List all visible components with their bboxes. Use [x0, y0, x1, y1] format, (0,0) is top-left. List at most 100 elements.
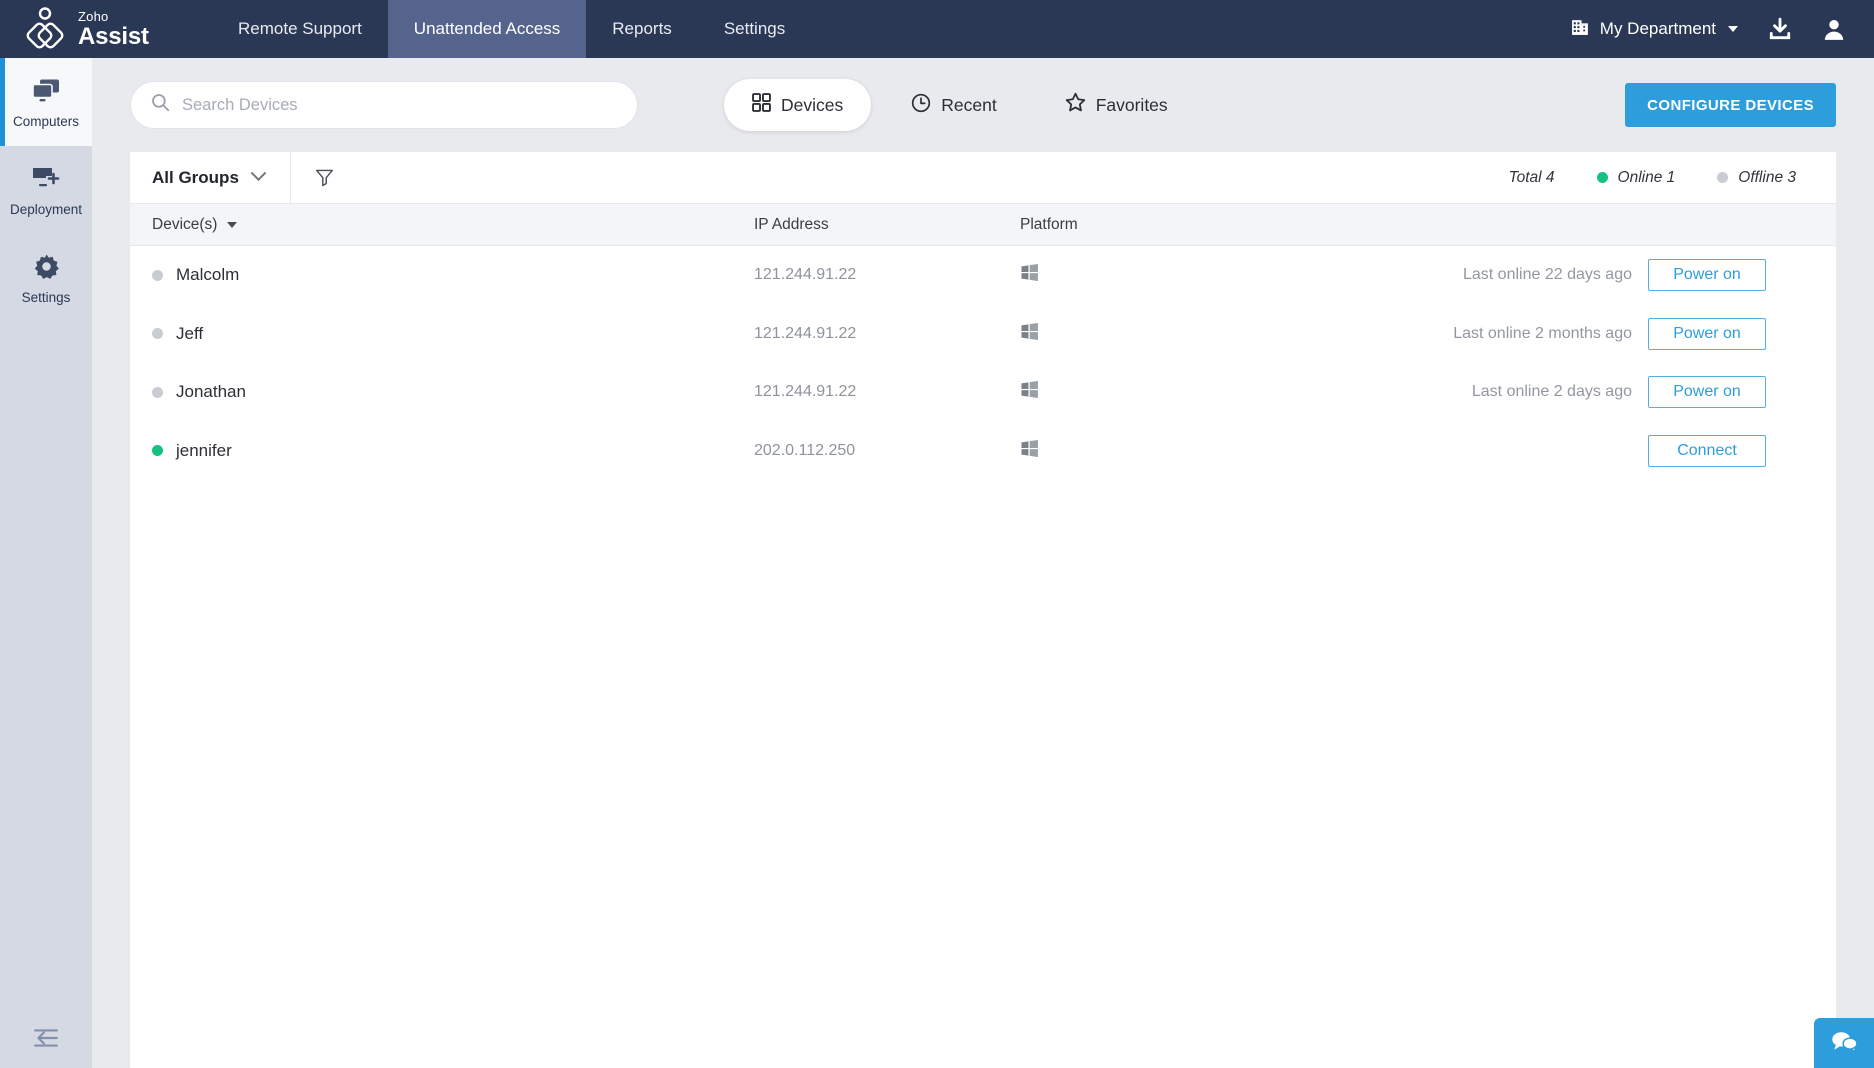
- device-platform: [1020, 380, 1320, 404]
- device-name: Malcolm: [176, 265, 240, 285]
- sidebar-item-computers[interactable]: Computers: [0, 58, 92, 146]
- online-status-dot: [1596, 172, 1608, 183]
- online-count-label: Online 1: [1617, 168, 1676, 186]
- brand-name-assist: Assist: [78, 22, 149, 50]
- table-row[interactable]: Malcolm 121.244.91.22 Last online 22 day…: [130, 246, 1836, 305]
- device-ip: 121.244.91.22: [754, 266, 857, 284]
- tab-recent[interactable]: Recent: [883, 79, 1024, 131]
- device-ip: 121.244.91.22: [754, 383, 857, 401]
- department-label: My Department: [1599, 19, 1716, 38]
- search-input[interactable]: [182, 95, 617, 115]
- chat-widget-button[interactable]: [1814, 1018, 1874, 1068]
- device-name-cell: Malcolm: [130, 265, 754, 285]
- device-platform: [1020, 263, 1320, 287]
- offline-count-group: Offline 3: [1717, 169, 1796, 187]
- content-toolbar: Devices Recent: [92, 58, 1874, 152]
- device-name-cell: Jeff: [130, 324, 754, 344]
- column-header-ip-address: IP Address: [754, 215, 829, 233]
- power-on-button[interactable]: Power on: [1648, 376, 1766, 409]
- device-status-counts: Total 4 Online 1 Offline 3: [1509, 169, 1836, 187]
- table-header-row: Device(s) IP Address Platform: [130, 204, 1836, 246]
- tab-favorites[interactable]: Favorites: [1037, 79, 1196, 131]
- brand-logo-area[interactable]: Zoho Assist: [0, 0, 212, 58]
- device-status-dot: [152, 445, 163, 457]
- power-on-button[interactable]: Power on: [1648, 317, 1766, 350]
- search-icon: [151, 93, 170, 117]
- power-on-button[interactable]: Power on: [1648, 259, 1766, 292]
- star-icon: [1065, 92, 1086, 118]
- online-count-group: Online 1: [1596, 168, 1676, 187]
- table-row[interactable]: jennifer 202.0.112.250 Connect: [130, 422, 1836, 481]
- sidebar-item-label-computers: Computers: [12, 113, 80, 129]
- building-icon: [1571, 17, 1590, 41]
- column-header-devices[interactable]: Device(s): [130, 216, 754, 234]
- device-platform: [1020, 322, 1320, 346]
- nav-item-remote-support[interactable]: Remote Support: [212, 0, 388, 58]
- table-row[interactable]: Jeff 121.244.91.22 Last online 2 months …: [130, 305, 1836, 364]
- zoho-assist-logo-icon: [22, 6, 68, 52]
- total-count: Total 4: [1508, 168, 1555, 186]
- sidebar-item-settings[interactable]: Settings: [0, 234, 92, 322]
- device-name-cell: jennifer: [130, 441, 754, 461]
- sidebar-item-label-deployment: Deployment: [9, 201, 83, 217]
- row-actions: Last online 22 days ago Power on: [1462, 259, 1836, 292]
- tab-devices-label: Devices: [781, 94, 844, 115]
- caret-down-icon: [1728, 26, 1738, 32]
- nav-item-reports[interactable]: Reports: [586, 0, 698, 58]
- windows-icon: [1020, 380, 1039, 404]
- all-groups-selector[interactable]: All Groups: [130, 151, 291, 204]
- row-actions: Connect: [1632, 434, 1836, 467]
- devices-card: All Groups Total 4 Online 1 Offline 3 De…: [130, 151, 1836, 1068]
- gear-icon: [33, 252, 60, 282]
- sidebar-item-label-settings: Settings: [21, 289, 71, 305]
- row-actions: Last online 2 days ago Power on: [1471, 376, 1836, 409]
- last-online-text: Last online 22 days ago: [1462, 266, 1632, 284]
- tab-devices[interactable]: Devices: [724, 79, 872, 131]
- clock-icon: [911, 93, 931, 118]
- device-platform: [1020, 439, 1320, 463]
- main-navigation: Remote Support Unattended Access Reports…: [212, 0, 811, 58]
- last-online-text: Last online 2 days ago: [1471, 383, 1632, 401]
- device-name: jennifer: [176, 440, 232, 460]
- column-header-devices-label: Device(s): [152, 215, 218, 233]
- nav-item-unattended-access[interactable]: Unattended Access: [387, 0, 587, 58]
- last-online-text: Last online 2 months ago: [1453, 324, 1632, 342]
- windows-icon: [1020, 439, 1039, 463]
- row-actions: Last online 2 months ago Power on: [1453, 317, 1836, 350]
- grid-icon: [752, 93, 771, 117]
- table-row[interactable]: Jonathan 121.244.91.22 Last online 2 day…: [130, 363, 1836, 422]
- download-icon[interactable]: [1768, 17, 1792, 41]
- user-account-icon[interactable]: [1822, 17, 1846, 41]
- nav-item-settings[interactable]: Settings: [698, 0, 811, 58]
- collapse-sidebar-icon[interactable]: [0, 1008, 92, 1068]
- windows-icon: [1020, 322, 1039, 346]
- brand-name-zoho: Zoho: [78, 8, 109, 24]
- connect-button[interactable]: Connect: [1648, 434, 1766, 467]
- sidebar-item-deployment[interactable]: Deployment: [0, 146, 92, 234]
- device-status-dot: [152, 386, 163, 398]
- offline-count-label: Offline 3: [1738, 168, 1796, 186]
- column-header-platform: Platform: [1020, 215, 1078, 233]
- device-ip: 202.0.112.250: [754, 441, 856, 459]
- left-sidebar-rail: Computers Deployment Settings: [0, 58, 92, 1068]
- search-devices-box[interactable]: [130, 81, 638, 129]
- filter-funnel-icon[interactable]: [291, 168, 358, 187]
- chevron-down-icon: [250, 165, 267, 182]
- all-groups-label: All Groups: [152, 167, 239, 187]
- chat-bubbles-icon: [1830, 1029, 1858, 1058]
- computers-icon: [31, 76, 61, 106]
- device-ip: 121.244.91.22: [754, 324, 857, 342]
- device-name: Jeff: [176, 323, 204, 343]
- device-name-cell: Jonathan: [130, 382, 754, 402]
- configure-devices-button[interactable]: CONFIGURE DEVICES: [1625, 83, 1836, 127]
- device-name: Jonathan: [176, 382, 246, 402]
- filter-bar: All Groups Total 4 Online 1 Offline 3: [130, 151, 1836, 204]
- tab-recent-label: Recent: [941, 94, 997, 115]
- device-status-dot: [152, 269, 163, 281]
- windows-icon: [1020, 263, 1039, 287]
- department-selector[interactable]: My Department: [1571, 17, 1738, 41]
- view-tab-group: Devices Recent Favorites: [724, 79, 1196, 131]
- sort-descending-icon: [227, 221, 238, 228]
- header-right-actions: My Department: [1571, 0, 1874, 58]
- app-root: Zoho Assist Remote Support Unattended Ac…: [0, 0, 1874, 1068]
